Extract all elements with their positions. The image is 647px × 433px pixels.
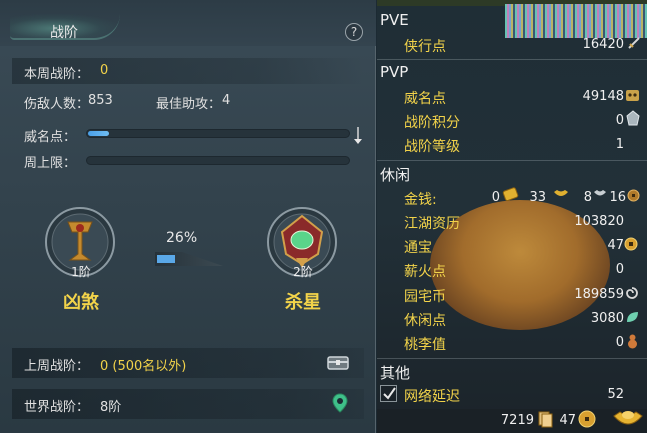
pve-value-0: 16420 bbox=[582, 37, 624, 52]
money-gold-value: 0 bbox=[491, 190, 500, 205]
money-silver-value: 33 bbox=[529, 190, 546, 205]
pvp-header: PVP bbox=[380, 63, 409, 81]
latency-label: 网络延迟 bbox=[404, 389, 460, 405]
pvp-value-0: 49148 bbox=[582, 89, 624, 104]
leisure-label-0: 江湖资历 bbox=[404, 216, 460, 232]
current-tier-level: 1阶 bbox=[71, 265, 91, 279]
fame-label: 威名点： bbox=[24, 130, 77, 145]
pvp-label-1: 战阶积分 bbox=[404, 115, 460, 131]
world-rank-value: 8阶 bbox=[100, 400, 122, 415]
tier-progress-text: 26% bbox=[166, 230, 198, 246]
ingot-button-icon[interactable] bbox=[612, 408, 644, 430]
money-copper-value: 8 bbox=[583, 190, 592, 205]
leisure-value-0: 103820 bbox=[574, 214, 624, 229]
pve-header: PVE bbox=[380, 11, 409, 29]
help-button[interactable]: ? bbox=[345, 23, 363, 41]
leisure-label-1: 通宝 bbox=[404, 240, 432, 256]
latency-value: 52 bbox=[607, 387, 624, 402]
kills-value: 853 bbox=[88, 93, 113, 108]
leisure-label-5: 桃李值 bbox=[404, 337, 446, 353]
mask-icon bbox=[626, 90, 639, 101]
current-tier-name: 凶煞 bbox=[63, 292, 99, 313]
footer-cards-value: 7219 bbox=[500, 413, 534, 428]
gold-boat-icon bbox=[554, 190, 568, 196]
leisure-value-4: 3080 bbox=[590, 311, 624, 326]
pvp-value-2: 1 bbox=[615, 137, 624, 152]
gourd-icon bbox=[628, 334, 637, 349]
cap-marker-icon bbox=[354, 127, 362, 144]
leisure-value-2: 0 bbox=[615, 262, 624, 277]
next-tier-name: 杀星 bbox=[285, 292, 321, 313]
weekly-rank-label: 本周战阶： bbox=[24, 67, 90, 82]
leisure-label-4: 休闲点 bbox=[404, 313, 446, 329]
glitch-overlay bbox=[505, 4, 647, 38]
leisure-value-5: 0 bbox=[615, 335, 624, 350]
copper-coin-icon bbox=[627, 189, 640, 202]
swirl-icon bbox=[626, 287, 638, 299]
assists-label: 最佳助攻： bbox=[156, 97, 222, 112]
checkmark-icon bbox=[383, 387, 396, 400]
footer-coin-icon bbox=[578, 410, 596, 428]
divider bbox=[377, 59, 647, 60]
weekly-rank-value: 0 bbox=[100, 63, 109, 78]
footer-coins-value: 47 bbox=[559, 413, 576, 428]
panel-title-bar: 战阶 ? bbox=[0, 0, 376, 46]
weekly-cap-label: 周上限： bbox=[24, 156, 77, 171]
last-week-label: 上周战阶： bbox=[24, 359, 90, 374]
helmet-icon bbox=[626, 110, 640, 126]
leisure-header: 休闲 bbox=[380, 166, 411, 184]
money-label: 金钱: bbox=[404, 192, 437, 208]
money-yuanbao-value: 16 bbox=[609, 190, 626, 205]
pve-label-0: 侠行点 bbox=[404, 39, 446, 55]
divider bbox=[377, 358, 647, 359]
chest-icon[interactable] bbox=[326, 354, 350, 372]
divider bbox=[377, 160, 647, 161]
leaf-icon bbox=[627, 312, 638, 322]
pvp-label-0: 威名点 bbox=[404, 91, 446, 107]
location-pin-icon[interactable] bbox=[332, 393, 348, 413]
leisure-label-3: 园宅币 bbox=[404, 289, 446, 305]
pvp-label-2: 战阶等级 bbox=[404, 139, 460, 155]
fame-bar-fill bbox=[88, 131, 109, 136]
pvp-value-1: 0 bbox=[615, 113, 624, 128]
weekly-cap-bar bbox=[86, 156, 350, 165]
tier-progress-fill bbox=[157, 255, 175, 263]
next-tier-level: 2阶 bbox=[293, 265, 313, 279]
last-week-value: 0 (500名以外) bbox=[100, 359, 187, 374]
assists-value: 4 bbox=[222, 93, 231, 108]
world-rank-label: 世界战阶： bbox=[24, 400, 90, 415]
other-header: 其他 bbox=[380, 364, 411, 382]
latency-checkbox[interactable] bbox=[380, 385, 397, 402]
fame-bar bbox=[86, 129, 350, 138]
leisure-value-3: 189859 bbox=[574, 287, 624, 302]
sword-icon bbox=[628, 37, 640, 49]
panel-title: 战阶 bbox=[50, 25, 78, 41]
kills-label: 伤敌人数： bbox=[24, 97, 90, 112]
coin-icon bbox=[624, 237, 638, 251]
battle-rank-panel: 战阶 ? 本周战阶： 0 伤敌人数： 853 最佳助攻： 4 威名点： 周上限：… bbox=[0, 0, 376, 433]
silver-boat-icon bbox=[594, 190, 606, 196]
leisure-label-2: 薪火点 bbox=[404, 264, 446, 280]
leisure-value-1: 47 bbox=[607, 238, 624, 253]
